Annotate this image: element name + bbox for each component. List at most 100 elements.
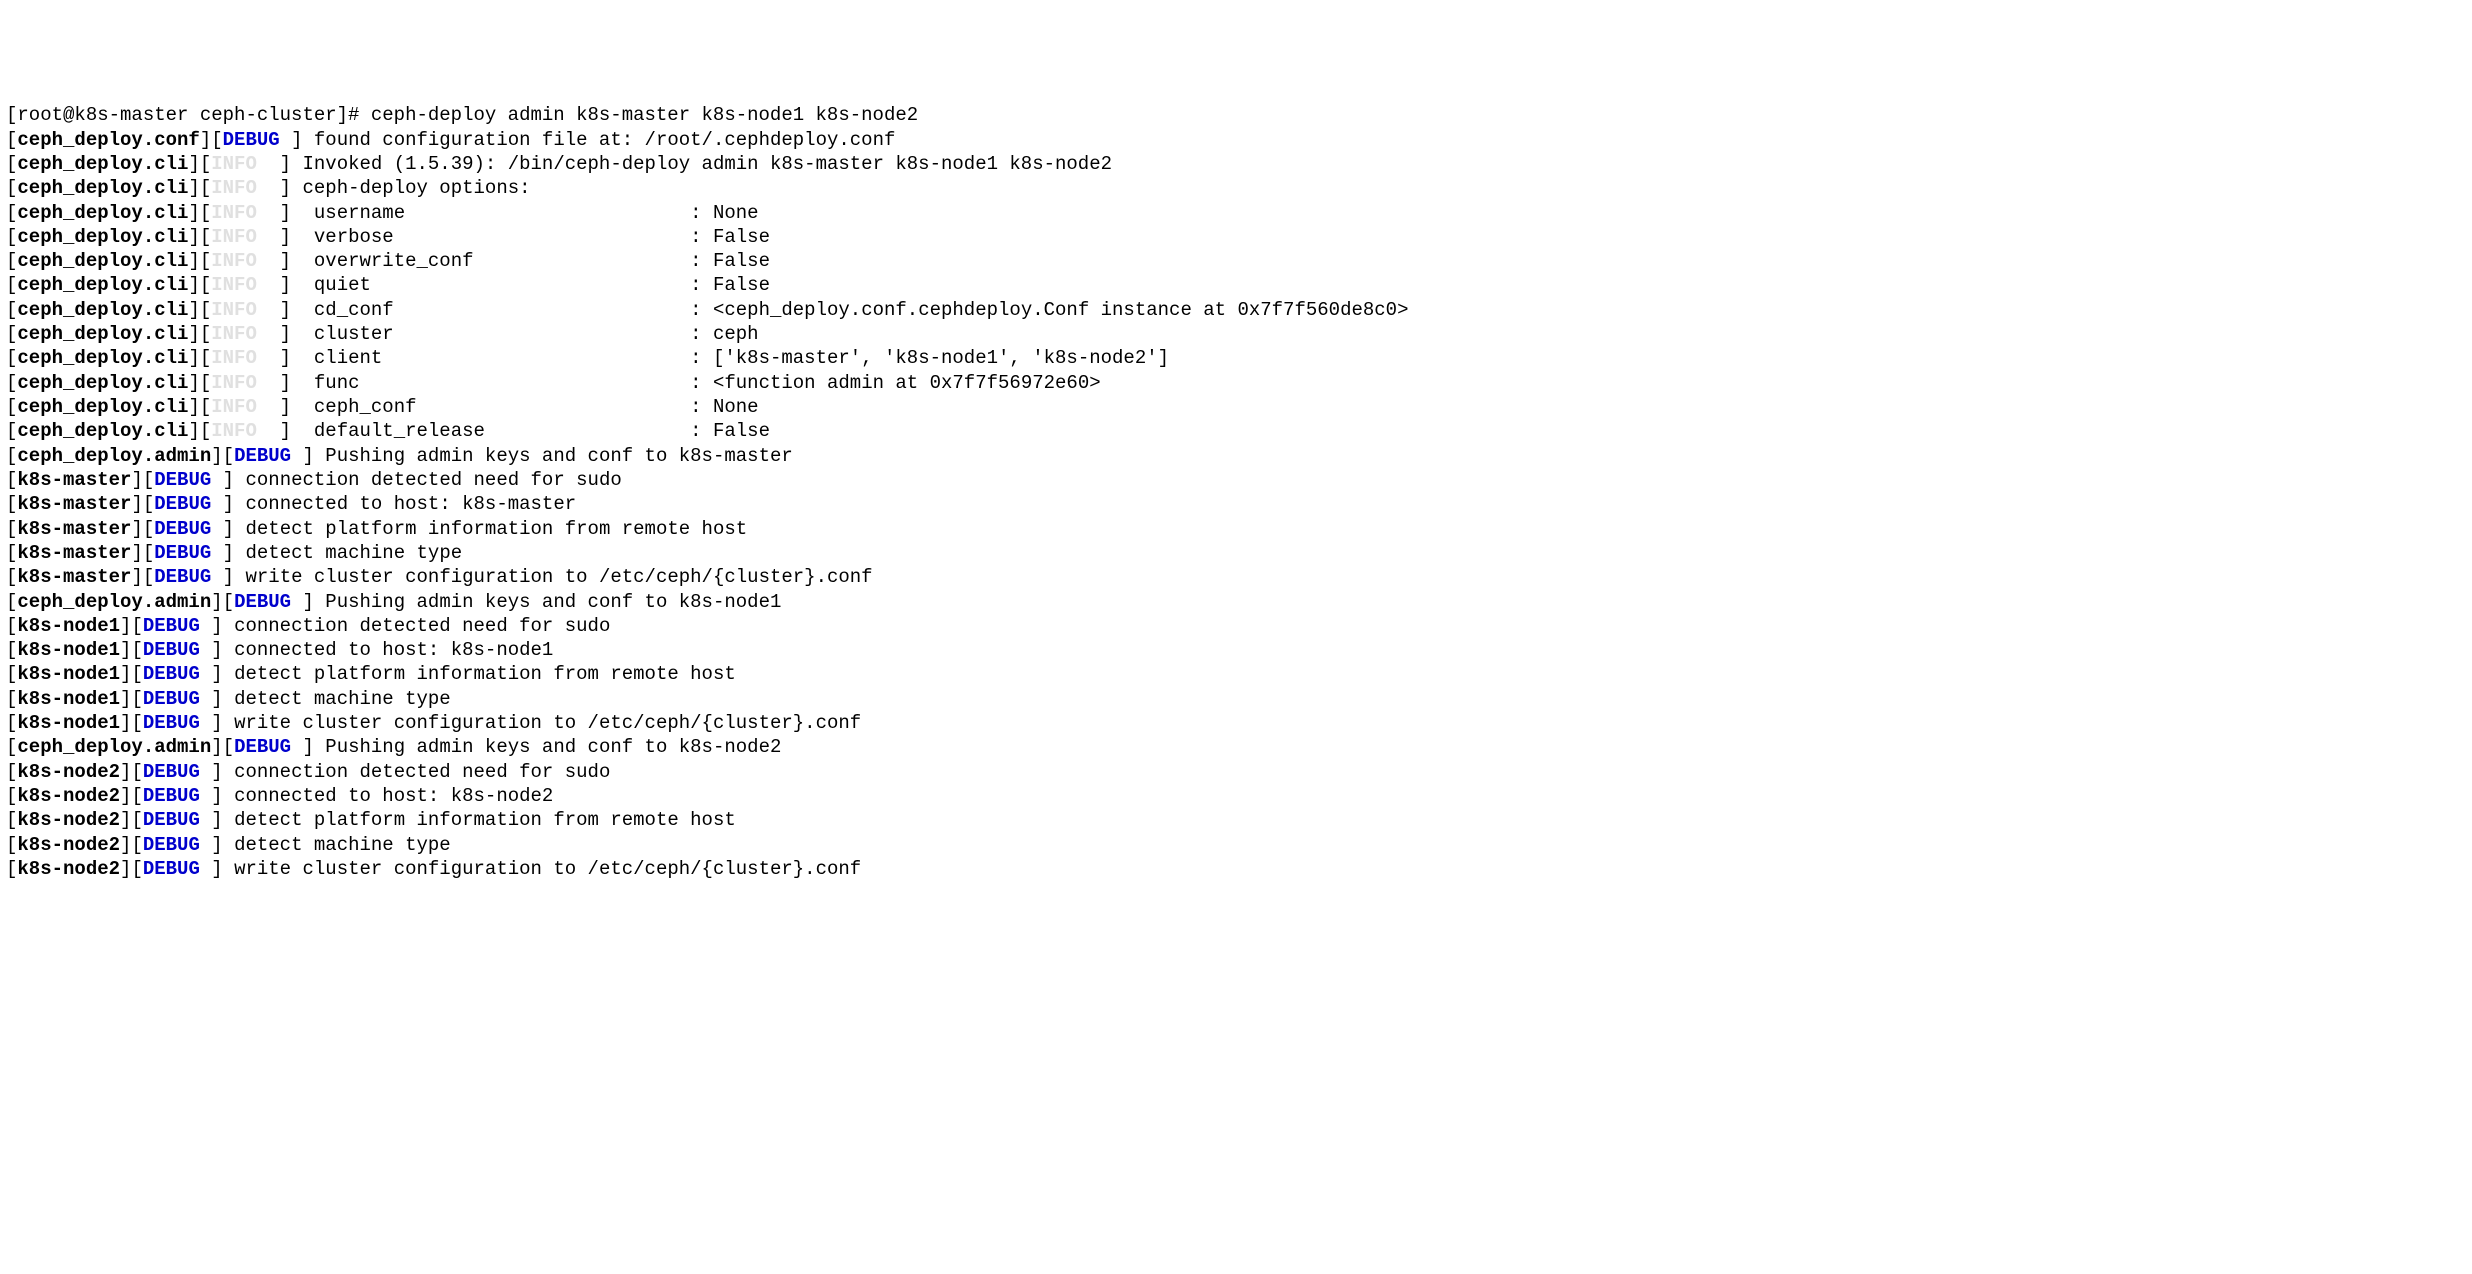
log-line: [ceph_deploy.cli][INFO ] verbose : False xyxy=(6,225,2466,249)
log-message: connection detected need for sudo xyxy=(234,761,610,783)
log-line: [k8s-master][DEBUG ] detect machine type xyxy=(6,541,2466,565)
log-module: ceph_deploy.admin xyxy=(17,445,211,467)
log-line: [k8s-node2][DEBUG ] detect platform info… xyxy=(6,808,2466,832)
log-option-value: False xyxy=(713,420,770,442)
log-module: ceph_deploy.conf xyxy=(17,129,199,151)
log-level: INFO xyxy=(211,299,257,321)
log-line: [k8s-node2][DEBUG ] write cluster config… xyxy=(6,857,2466,881)
log-line: [ceph_deploy.admin][DEBUG ] Pushing admi… xyxy=(6,444,2466,468)
log-option-value: ['k8s-master', 'k8s-node1', 'k8s-node2'] xyxy=(713,347,1169,369)
log-level: DEBUG xyxy=(154,566,211,588)
log-message: Pushing admin keys and conf to k8s-node1 xyxy=(325,591,781,613)
log-level: DEBUG xyxy=(143,785,200,807)
log-module: k8s-master xyxy=(17,469,131,491)
log-message: found configuration file at: /root/.ceph… xyxy=(314,129,896,151)
log-message: detect platform information from remote … xyxy=(245,518,747,540)
log-module: ceph_deploy.cli xyxy=(17,274,188,296)
log-level: INFO xyxy=(211,177,257,199)
log-line: [ceph_deploy.cli][INFO ] default_release… xyxy=(6,419,2466,443)
log-option-name: client xyxy=(302,347,690,369)
log-level: DEBUG xyxy=(143,712,200,734)
log-message: connected to host: k8s-node1 xyxy=(234,639,553,661)
log-option-value: None xyxy=(713,396,759,418)
log-level: INFO xyxy=(211,202,257,224)
log-line: [k8s-node2][DEBUG ] connected to host: k… xyxy=(6,784,2466,808)
log-message: detect platform information from remote … xyxy=(234,809,736,831)
log-level: DEBUG xyxy=(143,663,200,685)
log-module: ceph_deploy.cli xyxy=(17,323,188,345)
log-line: [ceph_deploy.admin][DEBUG ] Pushing admi… xyxy=(6,590,2466,614)
log-message: detect machine type xyxy=(234,834,451,856)
log-module: k8s-node2 xyxy=(17,761,120,783)
log-message: detect machine type xyxy=(234,688,451,710)
log-level: DEBUG xyxy=(143,834,200,856)
log-option-value: <ceph_deploy.conf.cephdeploy.Conf instan… xyxy=(713,299,1409,321)
log-level: DEBUG xyxy=(234,591,291,613)
log-line: [ceph_deploy.conf][DEBUG ] found configu… xyxy=(6,128,2466,152)
log-level: DEBUG xyxy=(143,809,200,831)
log-line: [k8s-node1][DEBUG ] connection detected … xyxy=(6,614,2466,638)
log-line: [ceph_deploy.cli][INFO ] username : None xyxy=(6,201,2466,225)
log-option-value: ceph xyxy=(713,323,759,345)
log-option-name: cd_conf xyxy=(302,299,690,321)
log-option-value: <function admin at 0x7f7f56972e60> xyxy=(713,372,1101,394)
log-level: INFO xyxy=(211,420,257,442)
terminal-output: [root@k8s-master ceph-cluster]# ceph-dep… xyxy=(6,103,2466,881)
log-module: ceph_deploy.admin xyxy=(17,736,211,758)
log-line: [ceph_deploy.cli][INFO ] cluster : ceph xyxy=(6,322,2466,346)
log-message: Pushing admin keys and conf to k8s-node2 xyxy=(325,736,781,758)
log-module: ceph_deploy.cli xyxy=(17,153,188,175)
log-level: INFO xyxy=(211,153,257,175)
log-line: [ceph_deploy.admin][DEBUG ] Pushing admi… xyxy=(6,735,2466,759)
log-module: ceph_deploy.cli xyxy=(17,420,188,442)
log-module: k8s-master xyxy=(17,493,131,515)
log-line: [k8s-node1][DEBUG ] write cluster config… xyxy=(6,711,2466,735)
log-module: k8s-node1 xyxy=(17,639,120,661)
log-option-name: verbose xyxy=(302,226,690,248)
shell-prompt: [root@k8s-master ceph-cluster]# xyxy=(6,104,371,126)
log-option-name: username xyxy=(302,202,690,224)
log-module: k8s-master xyxy=(17,566,131,588)
log-level: INFO xyxy=(211,323,257,345)
log-line: [k8s-node1][DEBUG ] connected to host: k… xyxy=(6,638,2466,662)
shell-prompt-line: [root@k8s-master ceph-cluster]# ceph-dep… xyxy=(6,103,2466,127)
log-module: ceph_deploy.cli xyxy=(17,396,188,418)
log-level: DEBUG xyxy=(154,469,211,491)
log-module: ceph_deploy.cli xyxy=(17,347,188,369)
log-line: [k8s-node1][DEBUG ] detect machine type xyxy=(6,687,2466,711)
log-module: ceph_deploy.cli xyxy=(17,226,188,248)
log-module: k8s-node2 xyxy=(17,834,120,856)
log-line: [k8s-node2][DEBUG ] connection detected … xyxy=(6,760,2466,784)
log-option-value: False xyxy=(713,250,770,272)
log-line: [ceph_deploy.cli][INFO ] client : ['k8s-… xyxy=(6,346,2466,370)
log-module: ceph_deploy.cli xyxy=(17,372,188,394)
log-module: ceph_deploy.cli xyxy=(17,202,188,224)
log-level: INFO xyxy=(211,347,257,369)
log-level: DEBUG xyxy=(154,518,211,540)
log-module: k8s-node2 xyxy=(17,858,120,880)
log-module: ceph_deploy.cli xyxy=(17,177,188,199)
log-level: DEBUG xyxy=(143,615,200,637)
log-option-value: False xyxy=(713,226,770,248)
log-module: k8s-node1 xyxy=(17,688,120,710)
log-level: DEBUG xyxy=(234,736,291,758)
log-message: connected to host: k8s-node2 xyxy=(234,785,553,807)
log-line: [k8s-node1][DEBUG ] detect platform info… xyxy=(6,662,2466,686)
log-level: DEBUG xyxy=(143,858,200,880)
log-message: write cluster configuration to /etc/ceph… xyxy=(234,712,861,734)
log-module: ceph_deploy.cli xyxy=(17,299,188,321)
log-option-name: func xyxy=(302,372,690,394)
log-option-name: quiet xyxy=(302,274,690,296)
log-line: [ceph_deploy.cli][INFO ] cd_conf : <ceph… xyxy=(6,298,2466,322)
log-option-value: None xyxy=(713,202,759,224)
log-line: [k8s-master][DEBUG ] connection detected… xyxy=(6,468,2466,492)
log-level: DEBUG xyxy=(143,639,200,661)
log-message: Invoked (1.5.39): /bin/ceph-deploy admin… xyxy=(302,153,1112,175)
log-message: connected to host: k8s-master xyxy=(245,493,576,515)
log-module: k8s-node1 xyxy=(17,615,120,637)
log-level: INFO xyxy=(211,250,257,272)
log-level: INFO xyxy=(211,226,257,248)
log-module: k8s-node1 xyxy=(17,712,120,734)
log-option-name: ceph_conf xyxy=(302,396,690,418)
log-option-name: cluster xyxy=(302,323,690,345)
